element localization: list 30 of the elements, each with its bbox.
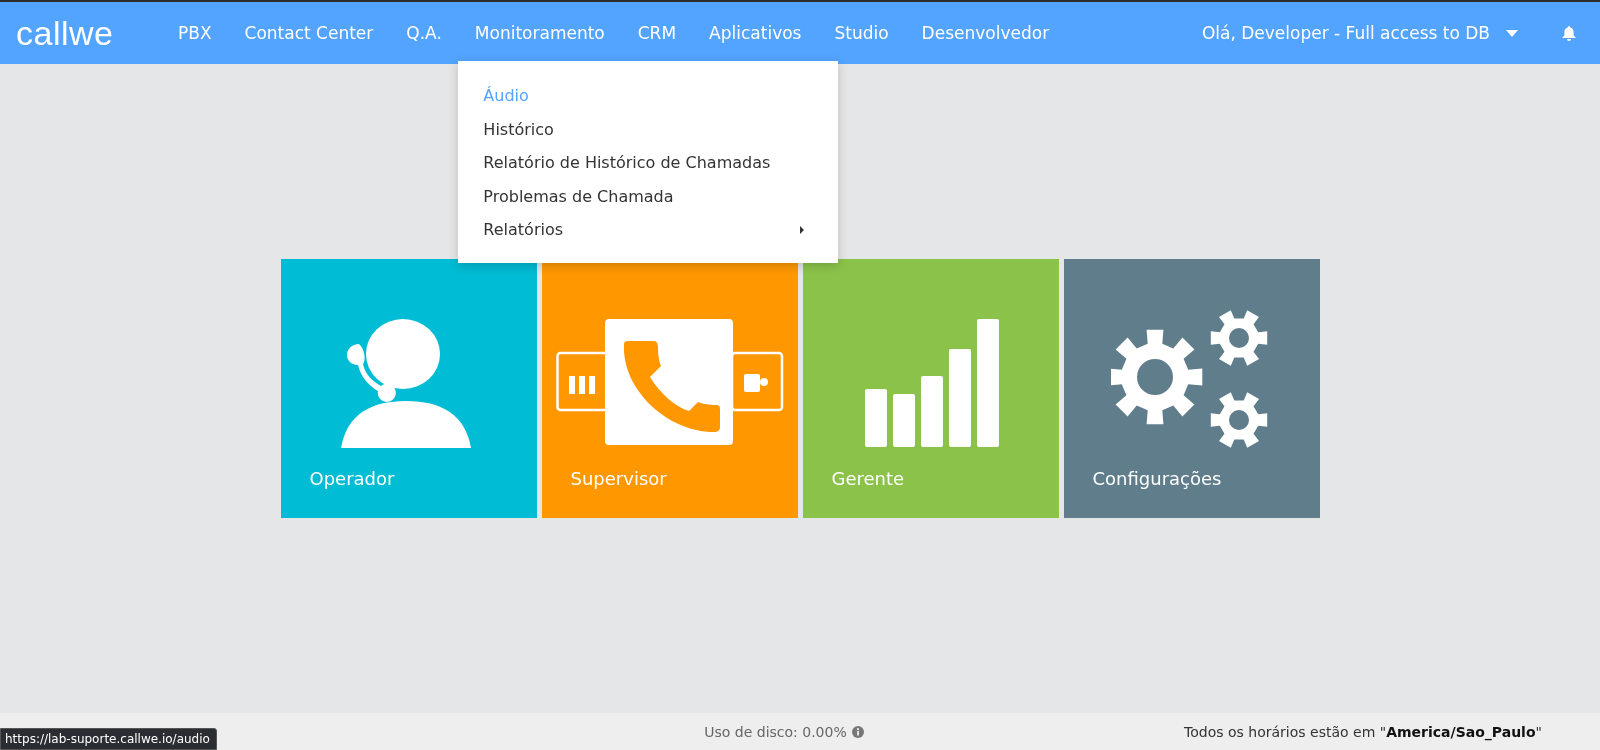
tile-label: Gerente [830,467,906,489]
menu-item[interactable]: Relatório de Histórico de Chamadas [458,146,839,180]
nav-link[interactable]: CRM [621,2,693,64]
caret-icon [1506,29,1518,37]
tile-label: Supervisor [569,467,668,489]
nav-link[interactable]: Contact Center [228,2,390,64]
menu-item[interactable]: Histórico [458,112,839,146]
tile-label: Operador [308,467,396,489]
nav-link[interactable]: Aplicativos [692,2,818,64]
nav-link[interactable]: Desenvolvedor [905,2,1066,64]
bar-chart-icon [862,319,999,449]
submenu-arrow-icon [800,225,805,234]
nav-link[interactable]: Monitoramento [458,2,622,64]
timezone-text: Todos os horários estão em "America/Sao_Paulo" [1184,723,1542,740]
menu-item[interactable]: Áudio [458,79,839,113]
tile-label: Configurações [1091,467,1223,489]
menu-item[interactable]: Problemas de Chamada [458,179,839,213]
disk-usage-text: Uso de disco: 0.00% [704,723,847,740]
nav-link[interactable]: PBX [161,2,229,64]
info-icon[interactable] [851,725,864,738]
dashboard-tile[interactable]: Configurações [1063,259,1320,518]
bell-icon[interactable] [1562,25,1576,41]
dashboard-tile[interactable]: Gerente [802,259,1059,518]
menu-item[interactable]: Relatórios [458,213,839,247]
nav-link[interactable]: Studio [817,2,906,64]
nav-link[interactable]: Q.A. [389,2,459,64]
user-menu[interactable]: Olá, Developer - Full access to DB [1201,23,1518,43]
logo[interactable]: callwe [16,13,114,53]
dashboard-tile[interactable]: Operador [280,259,537,518]
link-url-tooltip: https://lab-suporte.callwe.io/audio [0,728,217,750]
